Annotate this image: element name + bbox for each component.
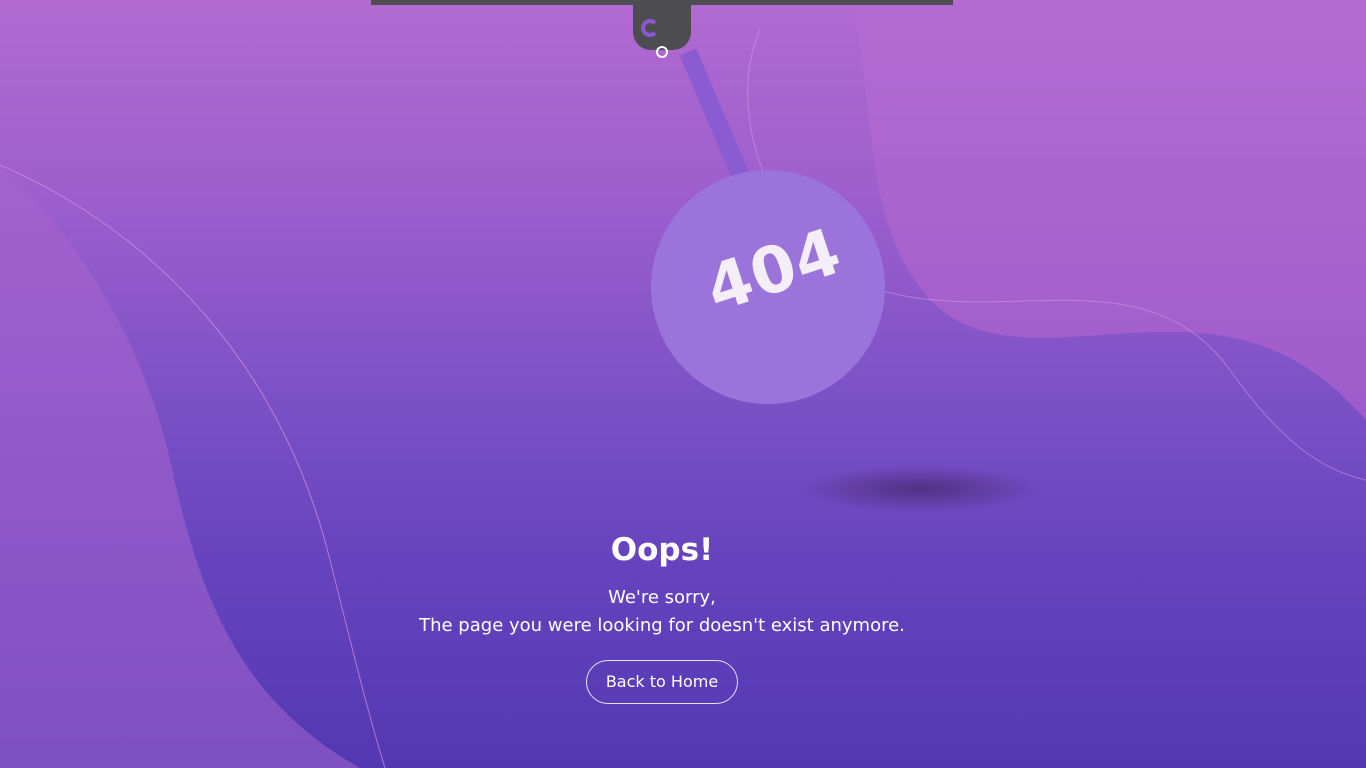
right-blob: [850, 0, 1366, 420]
left-blob: [0, 165, 360, 768]
ball-shadow: [800, 466, 1040, 512]
page-title: Oops!: [610, 532, 714, 568]
hook-arc-icon: [641, 19, 659, 37]
error-description: The page you were looking for doesn't ex…: [419, 615, 905, 636]
hook-ring-icon: [656, 46, 668, 58]
error-ball: 404: [651, 170, 885, 404]
error-content: Oops! We're sorry, The page you were loo…: [362, 528, 962, 704]
back-to-home-button[interactable]: Back to Home: [586, 660, 738, 704]
apology-text: We're sorry,: [608, 587, 716, 608]
